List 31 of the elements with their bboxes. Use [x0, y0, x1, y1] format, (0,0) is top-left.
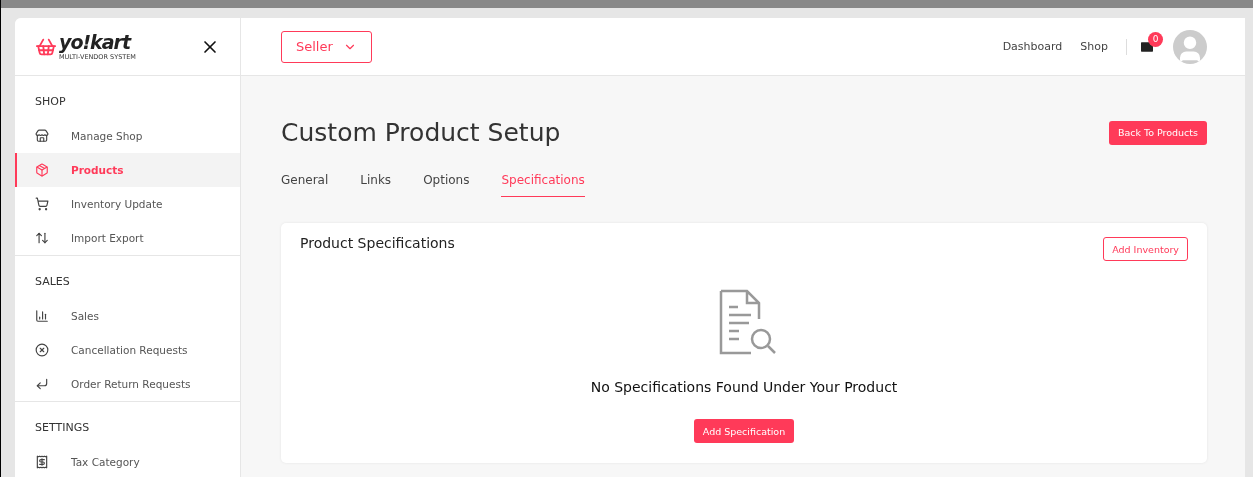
cancel-icon: [35, 343, 49, 357]
section-title: SHOP: [34, 94, 67, 110]
card-title: Product Specifications: [300, 235, 455, 251]
sidebar-item[interactable]: Manage Shop: [15, 119, 240, 153]
section-title: SALES: [34, 274, 71, 290]
receipt-icon: [35, 455, 49, 469]
section-title: SETTINGS: [34, 420, 91, 436]
nav-link[interactable]: Dashboard: [1002, 40, 1063, 53]
add-inventory-button[interactable]: Add Inventory: [1103, 237, 1188, 261]
nav-link[interactable]: Shop: [1080, 40, 1108, 53]
back-button[interactable]: Back To Products: [1108, 120, 1207, 145]
sidebar-item[interactable]: Inventory Update: [15, 187, 240, 221]
store-icon: [35, 129, 49, 143]
sidebar-item[interactable]: Sales: [15, 299, 240, 333]
return-arrow-icon: [35, 377, 49, 391]
add-specification-button[interactable]: Add Specification: [693, 419, 795, 443]
arrows-icon: [35, 231, 49, 245]
page-title: Custom Product Setup: [281, 118, 561, 147]
empty-message: No Specifications Found Under Your Product: [590, 379, 898, 395]
box-icon: [35, 163, 49, 177]
tab[interactable]: General: [281, 173, 329, 197]
sidebar-item[interactable]: Tax Category: [15, 445, 240, 477]
cart-icon: [35, 197, 49, 211]
sidebar-item[interactable]: Cancellation Requests: [15, 333, 240, 367]
bar-chart-icon: [35, 309, 49, 323]
sidebar-item[interactable]: Order Return Requests: [15, 367, 240, 401]
role-dropdown[interactable]: Seller: [281, 30, 372, 63]
sidebar-item[interactable]: Import Export: [15, 221, 240, 255]
tab[interactable]: Links: [360, 173, 392, 197]
tab[interactable]: Options: [423, 173, 470, 197]
notification-count: 0: [1148, 31, 1163, 47]
